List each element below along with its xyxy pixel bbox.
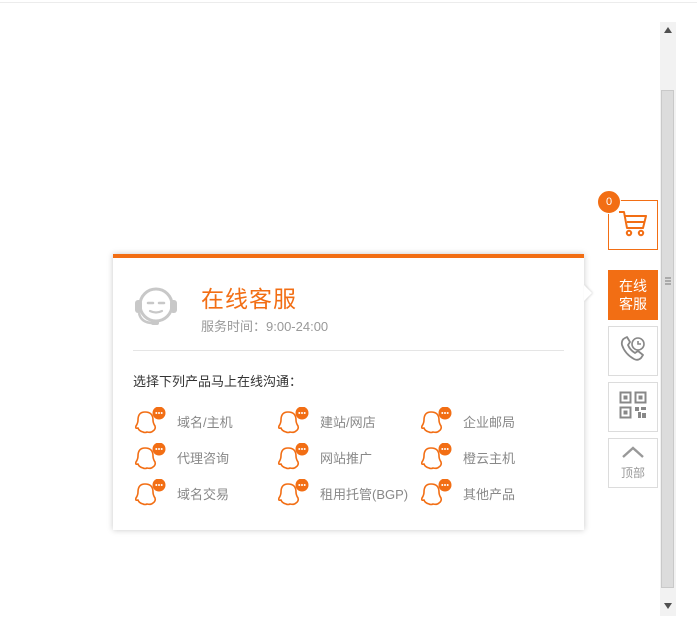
- qr-code-button[interactable]: [608, 382, 658, 432]
- product-item-domain-host[interactable]: 域名/主机: [133, 406, 233, 435]
- product-item-seo-promotion[interactable]: 网站推广: [276, 442, 373, 471]
- product-label: 域名/主机: [177, 414, 233, 430]
- popup-prompt: 选择下列产品马上在线沟通：: [133, 374, 303, 389]
- product-item-other[interactable]: 其他产品: [419, 478, 516, 507]
- product-label: 域名交易: [177, 486, 230, 502]
- cart-count-badge: 0: [597, 190, 621, 214]
- qq-chat-icon: [133, 442, 169, 471]
- product-label: 网站推广: [320, 450, 373, 466]
- phone-icon: [618, 334, 648, 369]
- scroll-up-arrow[interactable]: [660, 22, 676, 40]
- qq-chat-icon: [276, 442, 312, 471]
- divider: [133, 350, 564, 351]
- product-item-cloud-host[interactable]: 橙云主机: [419, 442, 516, 471]
- qq-chat-icon: [419, 478, 455, 507]
- qq-chat-icon: [276, 478, 312, 507]
- popup-title: 在线客服: [201, 286, 297, 312]
- qq-chat-icon: [133, 406, 169, 435]
- product-item-agent-consult[interactable]: 代理咨询: [133, 442, 230, 471]
- product-label: 建站/网店: [320, 414, 376, 430]
- chevron-up-icon: [621, 445, 645, 464]
- qq-chat-icon: [276, 406, 312, 435]
- product-label: 橙云主机: [463, 450, 516, 466]
- service-hours: 服务时间：9:00-24:00: [201, 319, 329, 334]
- qq-chat-icon: [133, 478, 169, 507]
- scrollbar-thumb[interactable]: [661, 90, 674, 588]
- qq-chat-icon: [419, 442, 455, 471]
- cart-icon: [617, 209, 649, 242]
- product-item-domain-trade[interactable]: 域名交易: [133, 478, 230, 507]
- product-item-hosting-bgp[interactable]: 租用托管(BGP): [276, 478, 409, 507]
- kefu-label-line1: 在线: [619, 278, 647, 294]
- top-label: 顶部: [620, 466, 645, 480]
- product-label: 其他产品: [463, 486, 516, 502]
- product-item-site-shop[interactable]: 建站/网店: [276, 406, 376, 435]
- thumb-grip-icon: [665, 277, 671, 285]
- qq-chat-icon: [419, 406, 455, 435]
- scroll-down-arrow[interactable]: [660, 598, 676, 616]
- product-item-enterprise-mail[interactable]: 企业邮局: [419, 406, 516, 435]
- back-to-top-button[interactable]: 顶部: [608, 438, 658, 488]
- product-label: 代理咨询: [177, 450, 230, 466]
- product-label: 租用托管(BGP): [320, 486, 409, 502]
- vertical-scrollbar[interactable]: [660, 22, 676, 616]
- popup-pointer: [584, 285, 592, 301]
- customer-service-agent-icon: [131, 283, 181, 336]
- qr-code-icon: [619, 391, 647, 424]
- online-service-popup: 在线客服 服务时间：9:00-24:00 选择下列产品马上在线沟通： 域名/主机…: [113, 254, 584, 530]
- online-service-button[interactable]: 在线 客服: [608, 270, 658, 320]
- top-border: [0, 2, 697, 3]
- product-label: 企业邮局: [463, 414, 516, 430]
- kefu-label-line2: 客服: [619, 296, 647, 312]
- phone-button[interactable]: [608, 326, 658, 376]
